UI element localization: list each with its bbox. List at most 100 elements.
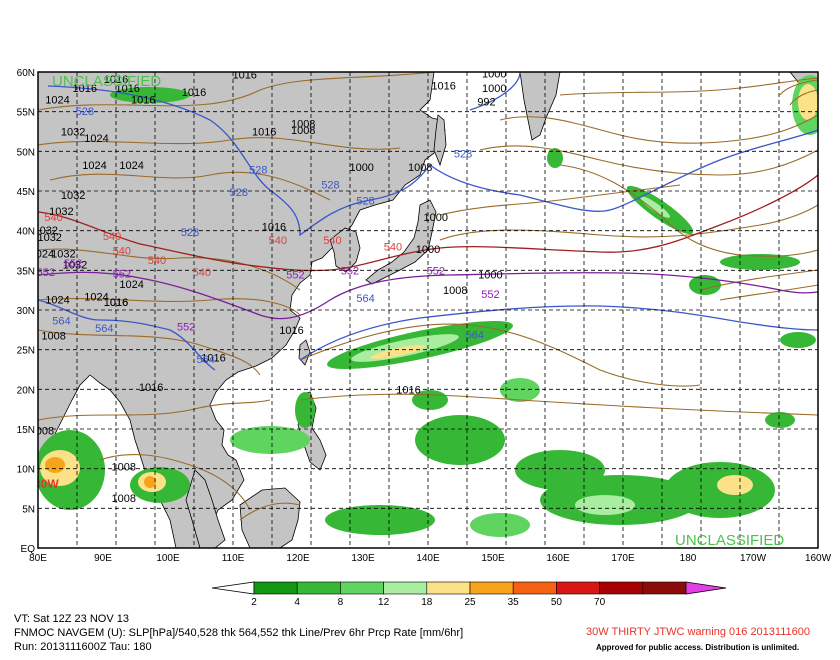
legend-tick-label: 12 xyxy=(378,597,390,608)
thickness-label: 540 xyxy=(269,235,287,247)
isobar-label: 1016 xyxy=(431,80,455,92)
legend-swatch xyxy=(642,581,687,595)
lon-label: 150E xyxy=(481,553,505,564)
thickness-label: 540 xyxy=(148,255,166,267)
isobar-label: 1032 xyxy=(61,126,85,138)
run-info: Run: 2013111600Z Tau: 180 xyxy=(14,641,152,653)
classification-banner-top: UNCLASSIFIED xyxy=(52,73,161,90)
isobar-label: 1008 xyxy=(291,119,315,131)
isobar-label: 1016 xyxy=(232,69,256,81)
legend-tick-label: 35 xyxy=(508,597,520,608)
isobar-label: 1008 xyxy=(112,461,136,473)
thickness-label: 552 xyxy=(286,269,304,281)
isobar-label: 1032 xyxy=(37,232,61,244)
lat-label: 45N xyxy=(17,187,35,198)
isobar-label: 1000 xyxy=(478,269,502,281)
isobar-label: 1024 xyxy=(119,160,143,172)
thickness-label: 540 xyxy=(323,235,341,247)
thickness-label: 564 xyxy=(52,315,70,327)
legend-arrow-low xyxy=(211,581,255,595)
lat-label: 5N xyxy=(22,504,35,515)
lon-label: 180 xyxy=(680,553,697,564)
lat-label: 60N xyxy=(17,68,35,79)
isobar-label: 1016 xyxy=(131,95,155,107)
thickness-label: 552 xyxy=(37,267,55,279)
legend-tick-label: 50 xyxy=(551,597,563,608)
model-description: FNMOC NAVGEM (U): SLP[hPa]/540,528 thk 5… xyxy=(14,627,464,639)
lon-label: 120E xyxy=(286,553,310,564)
legend-swatch xyxy=(556,581,600,595)
isobar-label: 1016 xyxy=(139,382,163,394)
isobar-label: 1016 xyxy=(182,87,206,99)
isobar-label: 1008 xyxy=(443,285,467,297)
isobar-label: 1024 xyxy=(119,279,143,291)
legend-tick-label: 70 xyxy=(594,597,606,608)
lat-label: 50N xyxy=(17,147,35,158)
isobar-label: 1016 xyxy=(396,384,420,396)
isobar-label: 1000 xyxy=(482,83,506,95)
legend-tick-label: 2 xyxy=(251,597,257,608)
lon-label: 160E xyxy=(546,553,570,564)
legend-swatch xyxy=(253,581,298,595)
legend-tick-label: 4 xyxy=(294,597,300,608)
isobar-label: 992 xyxy=(477,96,495,108)
weather-map: 1016101610161024103210241024 102410321032… xyxy=(17,68,832,608)
isobar-label: 1016 xyxy=(279,325,303,337)
isobar-label: 1024 xyxy=(82,160,106,172)
thickness-label: 552 xyxy=(341,265,359,277)
lat-label: 40N xyxy=(17,227,35,238)
isobar-label: 1016 xyxy=(262,222,286,234)
thickness-label: 564 xyxy=(466,330,484,342)
lon-label: 100E xyxy=(156,553,180,564)
thickness-label: 528 xyxy=(454,149,472,161)
thickness-label: 552 xyxy=(427,265,445,277)
lon-label: 160W xyxy=(805,553,832,564)
lon-label: 80E xyxy=(29,553,47,564)
isobar-label: 1016 xyxy=(104,297,128,309)
thickness-label: 540 xyxy=(193,267,211,279)
thickness-label: 540 xyxy=(113,245,131,257)
thickness-label: 528 xyxy=(76,106,94,118)
thickness-label: 528 xyxy=(181,227,199,239)
thickness-label: 552 xyxy=(113,268,131,280)
lon-label: 140E xyxy=(416,553,440,564)
isobar-label: 1008 xyxy=(112,493,136,505)
approval-text: Approved for public access. Distribution… xyxy=(596,643,800,652)
thickness-label: 564 xyxy=(95,323,113,335)
isobar-label: 1024 xyxy=(84,133,108,145)
thickness-label: 528 xyxy=(356,195,374,207)
legend-swatch xyxy=(340,581,384,595)
warning-text: 30W THIRTY JTWC warning 016 2013111600 xyxy=(586,626,810,638)
thickness-label: 528 xyxy=(249,165,267,177)
legend-tick-label: 8 xyxy=(338,597,344,608)
isobar-label: 1000 xyxy=(424,212,448,224)
legend-swatch xyxy=(296,581,341,595)
legend-swatch xyxy=(599,581,644,595)
lat-label: 55N xyxy=(17,108,35,119)
legend-swatch xyxy=(469,581,514,595)
legend-arrow-high xyxy=(685,581,727,595)
isobar-label: 1024 xyxy=(45,95,69,107)
thickness-label: 528 xyxy=(230,187,248,199)
isobar-label: 1032 xyxy=(61,190,85,202)
thickness-label: 552 xyxy=(177,322,195,334)
thickness-label: 540 xyxy=(103,231,121,243)
legend-swatch xyxy=(383,581,428,595)
thickness-label: 528 xyxy=(321,180,339,192)
thickness-label: 540 xyxy=(44,212,62,224)
isobar-label: 1008 xyxy=(41,330,65,342)
thickness-label: 540 xyxy=(384,242,402,254)
thickness-label: 564 xyxy=(356,293,374,305)
isobar-label: 1016 xyxy=(252,126,276,138)
thickness-label: 552 xyxy=(64,258,82,270)
thickness-label: 552 xyxy=(481,289,499,301)
lat-label: 20N xyxy=(17,385,35,396)
lat-label: 30N xyxy=(17,306,35,317)
thickness-label: 564 xyxy=(197,354,215,366)
lat-label: 35N xyxy=(17,266,35,277)
lon-label: 110E xyxy=(222,553,245,564)
legend-tick-label: 18 xyxy=(421,597,433,608)
precip-legend: 2 4 8 12 18 25 35 50 70 xyxy=(211,581,727,608)
valid-time: VT: Sat 12Z 23 NOV 13 xyxy=(14,613,129,625)
lon-label: 130E xyxy=(351,553,375,564)
